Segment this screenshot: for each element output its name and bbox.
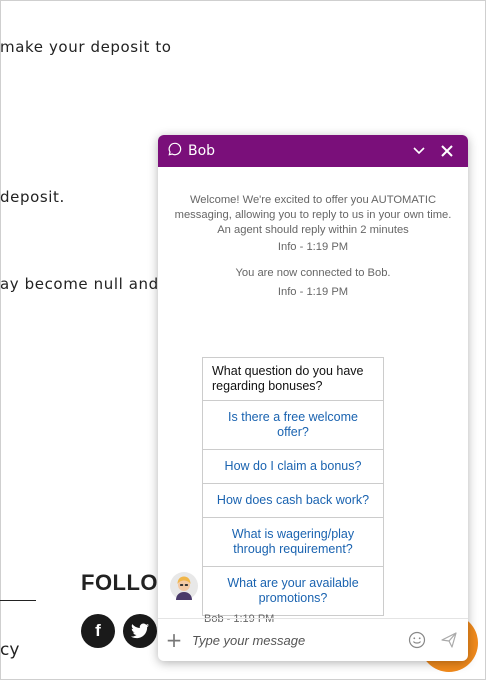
facebook-icon[interactable]: f: [81, 614, 115, 648]
chat-title: Bob: [188, 143, 216, 159]
chat-header: Bob: [158, 135, 468, 167]
minimize-icon[interactable]: [408, 140, 430, 162]
body-text-line-2: deposit.: [0, 188, 65, 206]
option-cash-back[interactable]: How does cash back work?: [203, 484, 383, 518]
option-claim-bonus[interactable]: How do I claim a bonus?: [203, 450, 383, 484]
option-free-welcome-offer[interactable]: Is there a free welcome offer?: [203, 401, 383, 450]
chat-widget: Bob Welcome! We're excited to offer you …: [158, 135, 468, 661]
welcome-message: Welcome! We're excited to offer you AUTO…: [174, 194, 452, 236]
body-text-line-3: ay become null and: [0, 275, 159, 293]
twitter-icon[interactable]: [123, 614, 157, 648]
body-text-line-1: make your deposit to: [0, 38, 172, 56]
option-wagering-requirement[interactable]: What is wagering/play through requiremen…: [203, 518, 383, 567]
bonus-question: What question do you have regarding bonu…: [203, 358, 383, 401]
emoji-icon[interactable]: [404, 627, 430, 653]
close-icon[interactable]: [436, 140, 458, 162]
bot-avatar: [170, 572, 198, 600]
option-available-promotions[interactable]: What are your available promotions?: [203, 567, 383, 615]
connected-timestamp: Info - 1:19 PM: [277, 286, 349, 298]
footer-policy-text[interactable]: cy: [0, 640, 19, 660]
welcome-timestamp: Info - 1:19 PM: [277, 241, 349, 253]
footer-divider: [0, 600, 36, 601]
message-input[interactable]: [190, 631, 404, 649]
send-icon[interactable]: [436, 627, 462, 653]
chat-bubble-icon: [168, 142, 182, 160]
connected-message: You are now connected to Bob.: [235, 267, 391, 279]
add-attachment-icon[interactable]: +: [158, 628, 190, 652]
chat-messages[interactable]: Welcome! We're excited to offer you AUTO…: [158, 167, 468, 625]
bonus-question-card: What question do you have regarding bonu…: [202, 357, 384, 616]
chat-composer: +: [158, 618, 468, 661]
